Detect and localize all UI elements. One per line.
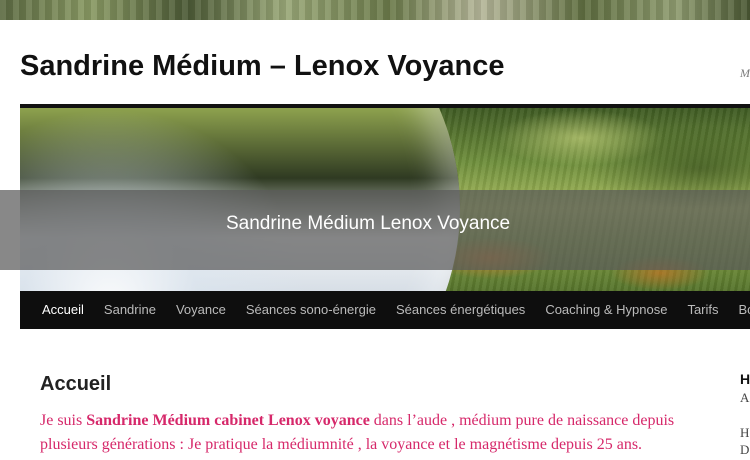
header-image-strip: [0, 0, 750, 20]
nav-item-coaching-hypnose[interactable]: Coaching & Hypnose: [535, 291, 677, 329]
sidebar-heading: H: [740, 371, 750, 387]
nav-item-sandrine[interactable]: Sandrine: [94, 291, 166, 329]
sidebar-line-3: D: [740, 442, 750, 457]
nav-item-tarifs[interactable]: Tarifs: [677, 291, 728, 329]
site-description: M: [740, 66, 750, 80]
page-title: Accueil: [40, 373, 112, 395]
sidebar-line-1: A: [740, 390, 750, 405]
nav-item-seances-sono-energie[interactable]: Séances sono-énergie: [236, 291, 386, 329]
nav-item-accueil[interactable]: Accueil: [32, 291, 94, 329]
site-title[interactable]: Sandrine Médium – Lenox Voyance: [20, 50, 505, 83]
main-navigation: Accueil Sandrine Voyance Séances sono-én…: [20, 291, 750, 329]
header-banner: Sandrine Médium Lenox Voyance: [20, 104, 750, 291]
banner-caption-overlay-edge: [0, 190, 20, 270]
nav-item-truncated[interactable]: Bo: [729, 291, 750, 329]
intro-business-name: Sandrine Médium cabinet Lenox voyance: [86, 412, 370, 429]
nav-item-voyance[interactable]: Voyance: [166, 291, 236, 329]
nav-item-seances-energetiques[interactable]: Séances énergétiques: [386, 291, 535, 329]
sidebar-line-2: H: [740, 425, 750, 440]
banner-caption: Sandrine Médium Lenox Voyance: [226, 213, 511, 234]
intro-text-start: Je suis: [40, 412, 87, 429]
intro-paragraph: Je suis Sandrine Médium cabinet Lenox vo…: [40, 409, 690, 457]
